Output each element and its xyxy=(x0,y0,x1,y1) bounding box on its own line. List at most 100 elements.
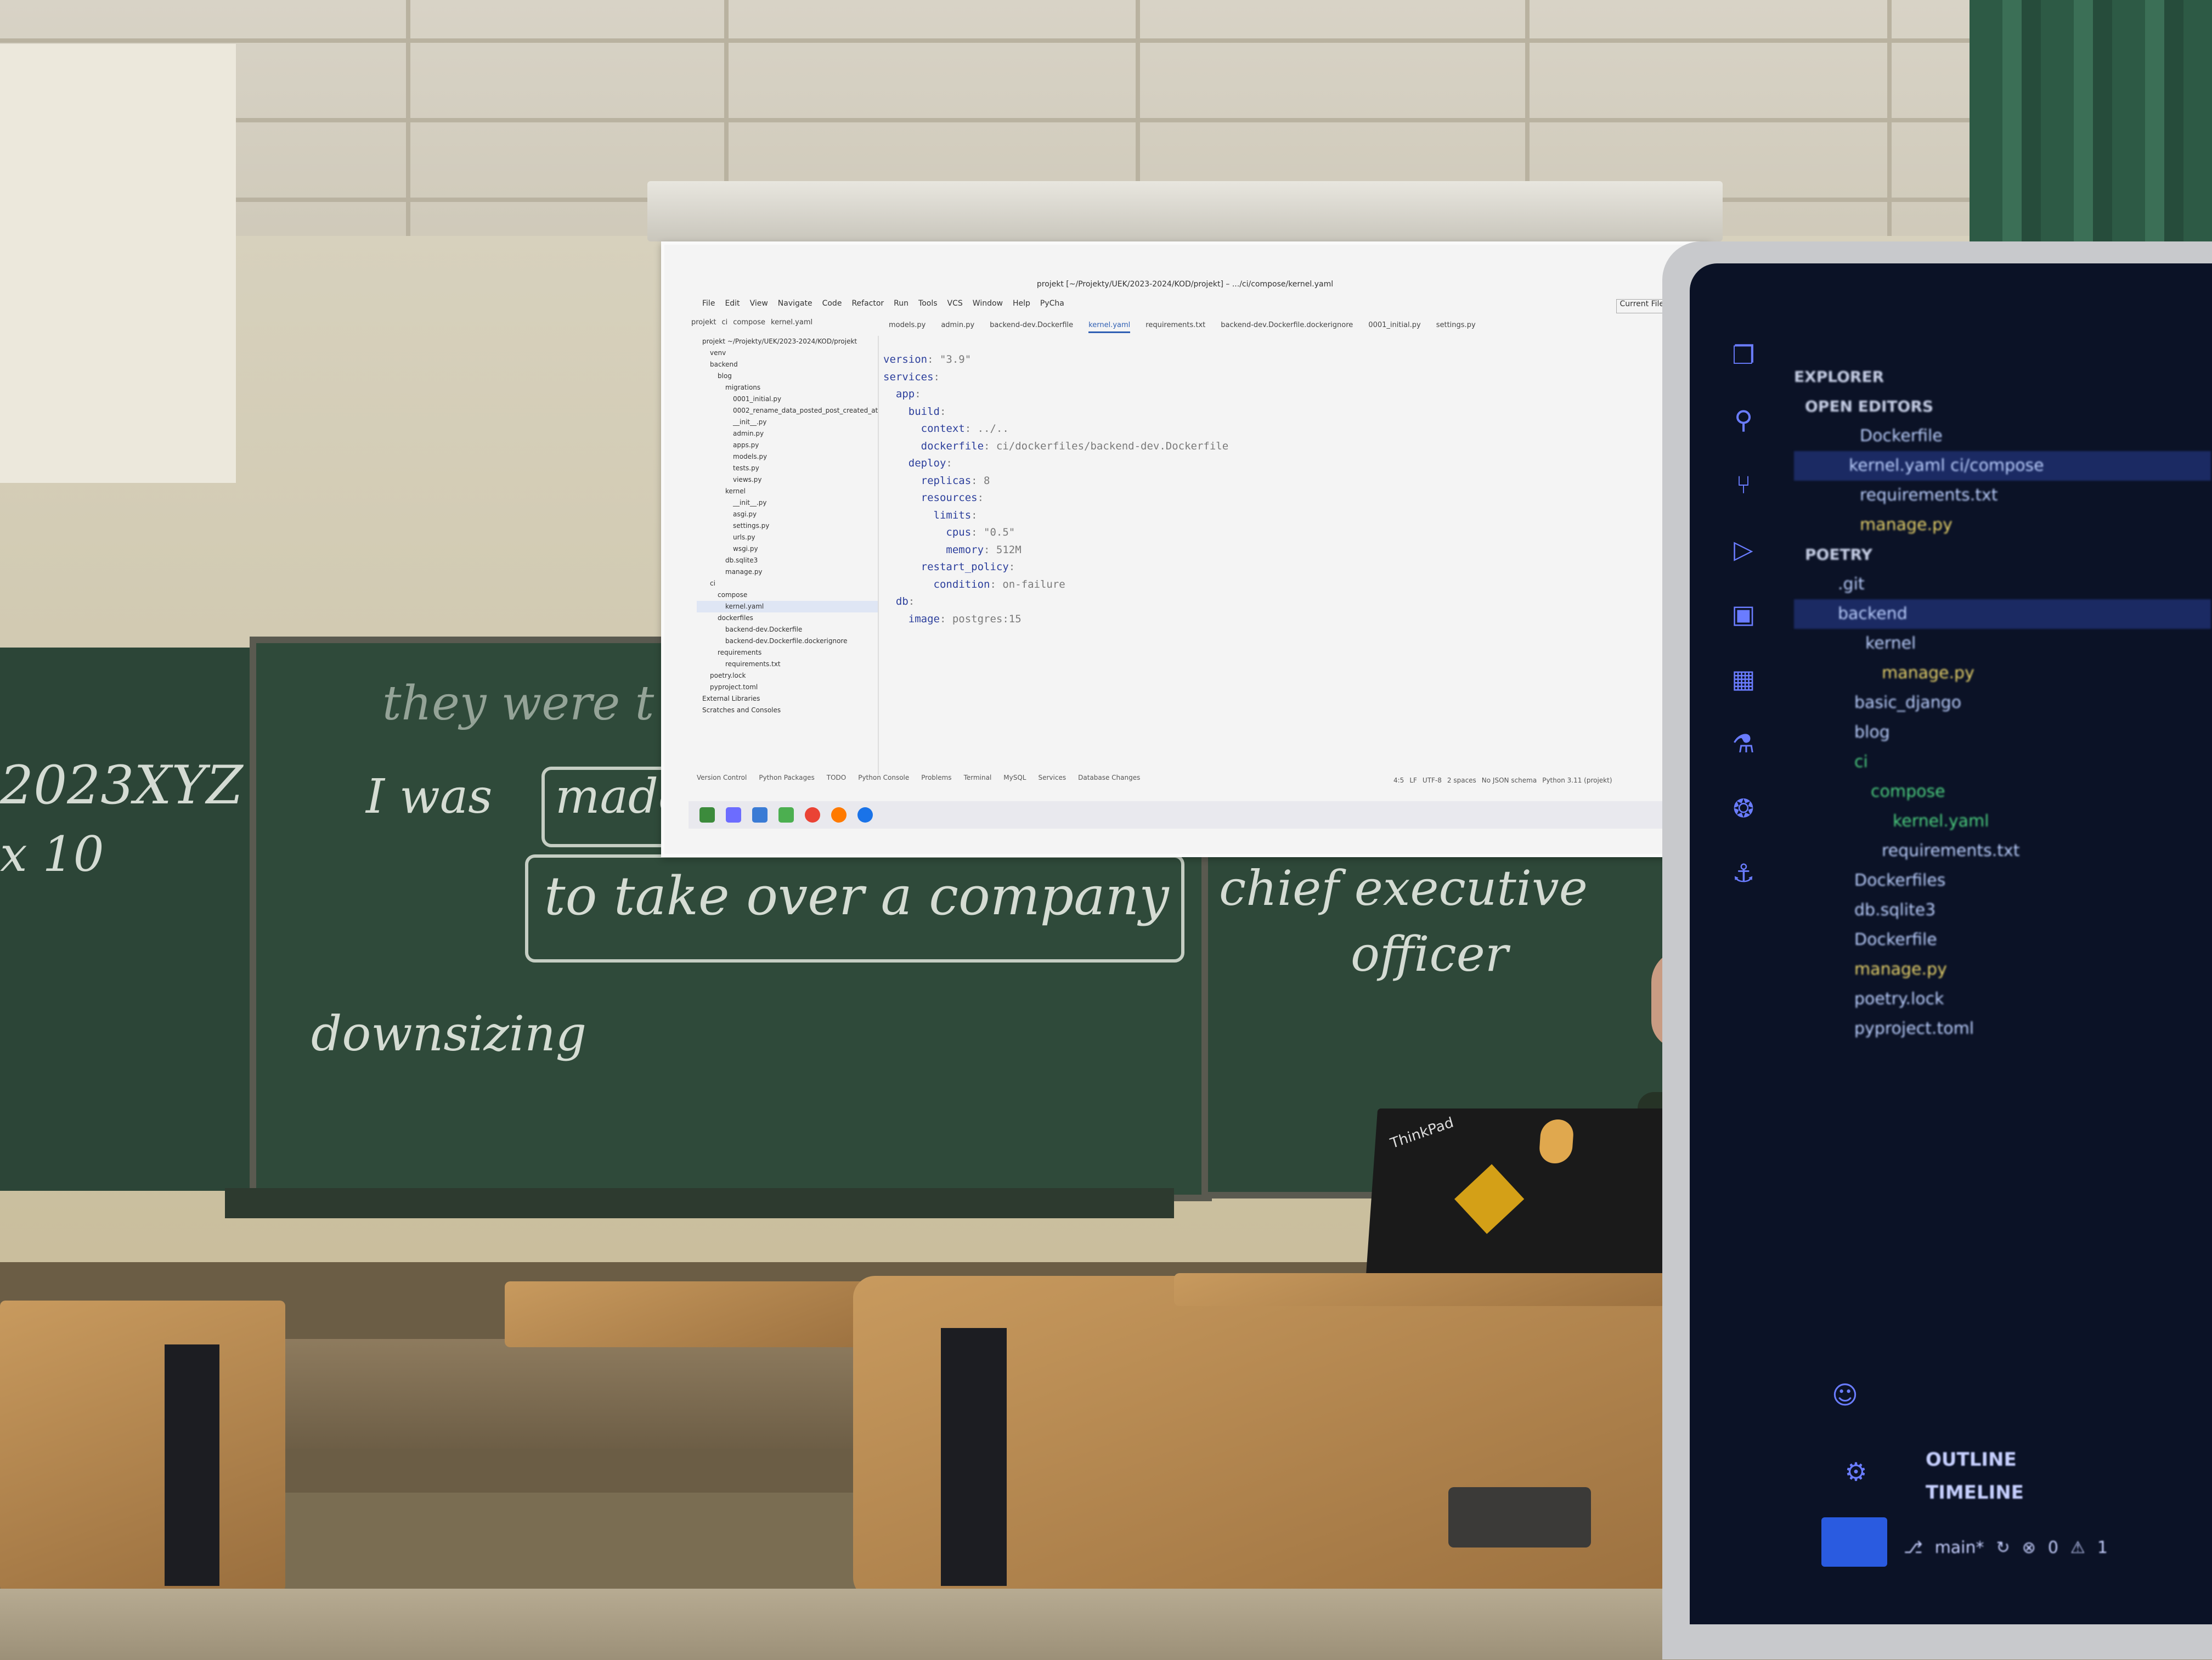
tree-item[interactable]: manage.py xyxy=(1794,955,2211,984)
breadcrumb-item[interactable]: projekt xyxy=(691,318,716,331)
project-tree-item[interactable]: projekt ~/Projekty/UEK/2023-2024/KOD/pro… xyxy=(697,336,878,347)
remote-indicator-button[interactable] xyxy=(1821,1517,1887,1567)
menu-file[interactable]: File xyxy=(702,299,715,313)
code-line[interactable]: version: "3.9" xyxy=(883,351,1684,369)
code-line[interactable]: condition: on-failure xyxy=(883,576,1684,594)
code-line[interactable]: restart_policy: xyxy=(883,559,1684,576)
status-item[interactable]: Python 3.11 (projekt) xyxy=(1542,776,1612,790)
open-file[interactable]: requirements.txt xyxy=(1794,481,2211,510)
open-editors-header[interactable]: OPEN EDITORS xyxy=(1794,392,2211,421)
project-tree-item[interactable]: tests.py xyxy=(697,463,878,474)
project-tree-item[interactable]: db.sqlite3 xyxy=(697,555,878,566)
code-line[interactable]: build: xyxy=(883,403,1684,421)
code-line[interactable]: cpus: "0.5" xyxy=(883,524,1684,542)
code-line[interactable]: db: xyxy=(883,593,1684,611)
project-tree-item[interactable]: blog xyxy=(697,370,878,382)
breadcrumb-item[interactable]: kernel.yaml xyxy=(771,318,812,331)
project-tree-item[interactable]: 0001_initial.py xyxy=(697,393,878,405)
explorer-icon[interactable]: ❐ xyxy=(1728,340,1759,371)
menu-view[interactable]: View xyxy=(750,299,768,313)
python-icon[interactable]: ❂ xyxy=(1728,794,1759,824)
tool-window-button[interactable]: Python Packages xyxy=(759,774,814,787)
code-editor[interactable]: version: "3.9" services: app: build: cont… xyxy=(883,351,1684,790)
project-tree-item[interactable]: kernel.yaml xyxy=(697,601,878,612)
warning-count[interactable]: 1 xyxy=(2097,1538,2108,1557)
project-tree-item[interactable]: wsgi.py xyxy=(697,543,878,555)
status-item[interactable]: No JSON schema xyxy=(1482,776,1537,790)
extensions-icon[interactable]: ▦ xyxy=(1728,664,1759,695)
git-branch[interactable]: main* xyxy=(1935,1538,1984,1557)
tab-dockerignore[interactable]: backend-dev.Dockerfile.dockerignore xyxy=(1221,321,1353,333)
project-tree-item[interactable]: backend-dev.Dockerfile.dockerignore xyxy=(697,635,878,647)
project-tree-item[interactable]: admin.py xyxy=(697,428,878,440)
tab-initial-migration[interactable]: 0001_initial.py xyxy=(1368,321,1420,333)
code-line[interactable]: app: xyxy=(883,386,1684,403)
code-line[interactable]: resources: xyxy=(883,489,1684,507)
status-item[interactable]: LF xyxy=(1409,776,1417,790)
tab-admin[interactable]: admin.py xyxy=(941,321,974,333)
menu-vcs[interactable]: VCS xyxy=(947,299,963,313)
tab-models[interactable]: models.py xyxy=(889,321,926,333)
breadcrumb-item[interactable]: compose xyxy=(733,318,765,331)
tree-item[interactable]: pyproject.toml xyxy=(1794,1014,2211,1044)
project-tree-item[interactable]: models.py xyxy=(697,451,878,463)
tool-window-button[interactable]: Problems xyxy=(921,774,951,787)
outline-section[interactable]: OUTLINE xyxy=(1816,1443,2200,1476)
tool-window-button[interactable]: Version Control xyxy=(697,774,747,787)
project-tree-item[interactable]: pyproject.toml xyxy=(697,682,878,693)
code-line[interactable]: memory: 512M xyxy=(883,542,1684,559)
tree-item[interactable]: poetry.lock xyxy=(1794,984,2211,1014)
app-icon[interactable] xyxy=(778,807,794,823)
tool-window-button[interactable]: TODO xyxy=(827,774,846,787)
project-tree-item[interactable]: settings.py xyxy=(697,520,878,532)
project-tree-item[interactable]: requirements.txt xyxy=(697,659,878,670)
tab-backend-dockerfile[interactable]: backend-dev.Dockerfile xyxy=(990,321,1073,333)
project-tree-item[interactable]: manage.py xyxy=(697,566,878,578)
project-tree-item[interactable]: compose xyxy=(697,589,878,601)
menu-help[interactable]: Help xyxy=(1013,299,1030,313)
chrome-icon[interactable] xyxy=(805,807,820,823)
accounts-icon[interactable]: ☺ xyxy=(1830,1380,1860,1411)
tree-item[interactable]: backend xyxy=(1794,599,2211,629)
code-line[interactable]: replicas: 8 xyxy=(883,472,1684,490)
tool-window-button[interactable]: MySQL xyxy=(1003,774,1026,787)
project-tree-item[interactable]: apps.py xyxy=(697,440,878,451)
code-line[interactable]: dockerfile: ci/dockerfiles/backend-dev.D… xyxy=(883,438,1684,455)
source-control-icon[interactable]: ⑂ xyxy=(1728,470,1759,500)
run-config-select[interactable]: Current File xyxy=(1616,299,1668,313)
app-icon[interactable] xyxy=(699,807,715,823)
tree-item[interactable]: manage.py xyxy=(1794,659,2211,688)
code-line[interactable]: context: ../.. xyxy=(883,420,1684,438)
sync-icon[interactable]: ↻ xyxy=(1996,1538,2010,1557)
project-tree-item[interactable]: views.py xyxy=(697,474,878,486)
code-line[interactable]: image: postgres:15 xyxy=(883,611,1684,628)
workspace-header[interactable]: POETRY xyxy=(1794,540,2211,570)
tool-window-button[interactable]: Services xyxy=(1038,774,1066,787)
tool-window-button[interactable]: Python Console xyxy=(858,774,909,787)
browser-icon[interactable] xyxy=(857,807,873,823)
run-debug-icon[interactable]: ▷ xyxy=(1728,534,1759,565)
menu-edit[interactable]: Edit xyxy=(725,299,740,313)
docker-icon[interactable]: ⚓ xyxy=(1728,858,1759,889)
tree-item[interactable]: ci xyxy=(1794,747,2211,777)
project-tree-item[interactable]: kernel xyxy=(697,486,878,497)
project-tree-item[interactable]: asgi.py xyxy=(697,509,878,520)
tree-item[interactable]: compose xyxy=(1794,777,2211,807)
code-line[interactable]: limits: xyxy=(883,507,1684,525)
code-line[interactable]: services: xyxy=(883,369,1684,386)
tool-window-button[interactable]: Terminal xyxy=(964,774,992,787)
menu-refactor[interactable]: Refactor xyxy=(851,299,884,313)
project-tree-item[interactable]: backend xyxy=(697,359,878,370)
breadcrumb-item[interactable]: ci xyxy=(722,318,728,331)
project-tree-item[interactable]: backend-dev.Dockerfile xyxy=(697,624,878,635)
status-item[interactable]: 4:5 xyxy=(1393,776,1404,790)
project-tree-item[interactable]: requirements xyxy=(697,647,878,659)
project-tree-item[interactable]: External Libraries xyxy=(697,693,878,705)
open-file[interactable]: kernel.yaml ci/compose xyxy=(1794,451,2211,481)
menu-run[interactable]: Run xyxy=(894,299,909,313)
status-item[interactable]: 2 spaces xyxy=(1447,776,1476,790)
search-icon[interactable]: ⚲ xyxy=(1728,405,1759,436)
tool-window-button[interactable]: Database Changes xyxy=(1078,774,1140,787)
menu-code[interactable]: Code xyxy=(822,299,842,313)
project-tree-item[interactable]: 0002_rename_data_posted_post_created_at xyxy=(697,405,878,417)
